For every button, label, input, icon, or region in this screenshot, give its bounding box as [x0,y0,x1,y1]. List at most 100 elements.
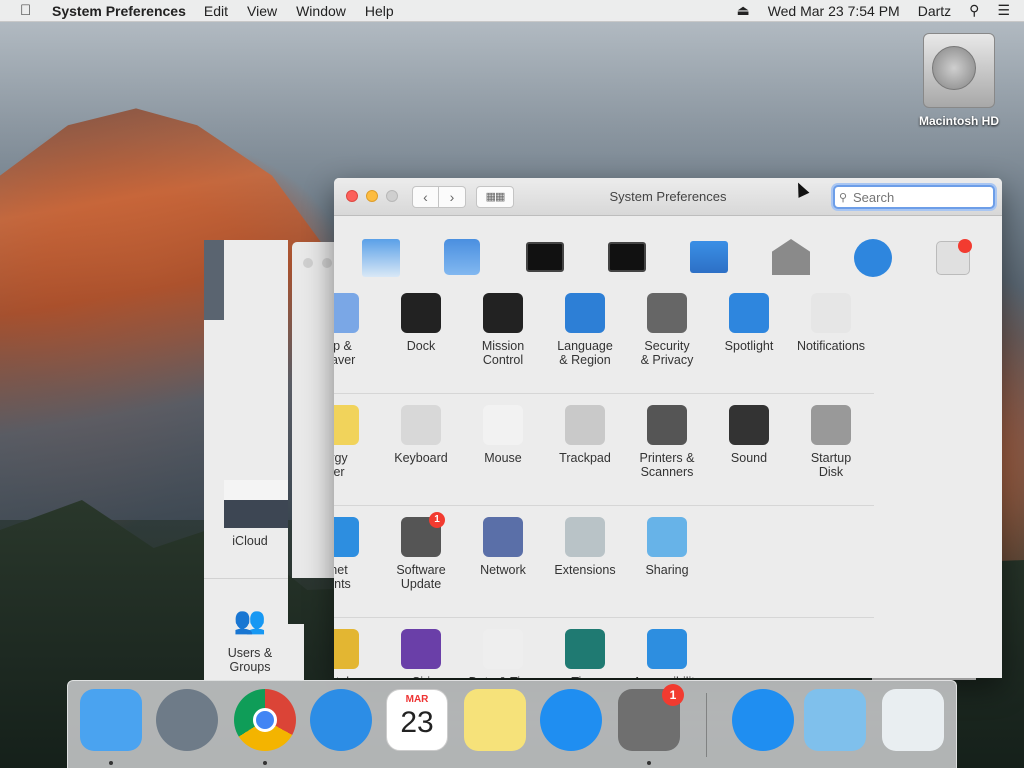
dock-running-indicator [109,761,113,765]
pref-pane-sharing[interactable]: Sharing [626,517,708,577]
mouse-icon [483,405,523,445]
pref-pane-label: Sound [730,451,768,465]
sound-icon [729,405,769,445]
pref-pane-desktop-screensaver[interactable]: op & Saver [334,293,380,367]
parental-controls-icon [334,629,359,669]
dock-launchpad-icon[interactable] [156,689,218,751]
hd-label: Macintosh HD [918,114,999,128]
accessibility-icon [647,629,687,669]
ghost-traffic-light [303,258,313,268]
pref-pane-siri[interactable]: Siri [380,629,462,678]
spotlight-icon [854,239,892,277]
keyboard-icon [401,405,441,445]
pref-pane-label: Accessibility [626,675,708,678]
pref-pane-notifications[interactable]: Notifications [790,293,872,353]
pref-pane-label: ntal rols [334,675,380,678]
pref-pane-dock[interactable]: Dock [380,293,462,353]
search-icon: ⚲ [839,191,848,204]
calendar-month: MAR [405,694,429,705]
pref-pane-printer[interactable]: Printers & Scanners [626,405,708,479]
extensions-icon [565,517,605,557]
pref-pane-label: net unts [334,563,351,591]
pref-pane-network[interactable]: Network [462,517,544,577]
eject-icon[interactable]: ⏏ [736,2,749,19]
startup-disk-icon [811,405,851,445]
notification-center-icon[interactable]: ☰ [997,2,1010,19]
users-groups-label[interactable]: Users & Groups [216,646,284,674]
pref-pane-label: Extensions [554,563,616,577]
dock-app-store-icon[interactable] [540,689,602,751]
pref-pane-time-machine[interactable]: Time Machine [544,629,626,678]
pref-pane-spotlight[interactable]: Spotlight [708,293,790,353]
sharing-icon [647,517,687,557]
pref-pane-label: Time Machine [544,675,626,678]
pref-pane-keyboard[interactable]: Keyboard [380,405,462,465]
dock-icon [401,293,441,333]
pref-pane-startup-disk[interactable]: Startup Disk [790,405,872,479]
menu-app-name[interactable]: System Preferences [52,3,186,19]
general-icon [444,239,480,275]
pref-pane-parental-controls[interactable]: ntal rols [334,629,380,678]
pref-pane-label: Notifications [796,339,866,353]
pref-pane-sound[interactable]: Sound [708,405,790,465]
pref-pane-language-region[interactable]: Language & Region [544,293,626,367]
pref-pane-label: Trackpad [559,451,611,465]
pref-pane-label: Dock [406,339,436,353]
mission-control-icon [483,293,523,333]
search-input[interactable] [853,189,983,205]
menu-user[interactable]: Dartz [918,3,951,19]
users-groups-icon[interactable]: 👥 [230,605,270,637]
pref-pane-software-update[interactable]: 1 Software Update [380,512,462,591]
software-update-icon: 1 [401,512,445,557]
apple-menu-icon[interactable]:  [20,2,38,20]
pref-pane-label: Printers & Scanners [639,451,695,479]
pref-pane-trackpad[interactable]: Trackpad [544,405,626,465]
dock-safari-icon[interactable] [310,689,372,751]
pref-pane-date-time[interactable]: Date & Time [462,629,544,678]
dock-app-store-download-icon[interactable] [732,689,794,751]
dock-downloads-folder-icon[interactable] [804,689,866,751]
pref-pane-label: op & Saver [334,339,356,367]
macintosh-hd-desktop-icon[interactable]: Macintosh HD [913,33,1005,128]
menu-window[interactable]: Window [296,3,346,19]
pref-pane-security-privacy[interactable]: Security & Privacy [626,293,708,367]
preferences-content: op & Saver Dock Mission Control Language & … [334,217,1002,678]
window-titlebar[interactable]: ‹ › ▦▦ System Preferences ⚲ [334,178,1002,216]
pref-pane-label: Siri [380,675,462,678]
calendar-day: 23 [400,706,434,739]
ghost-gap [204,240,224,320]
trackpad-icon [565,405,605,445]
row-divider [334,505,874,506]
pref-pane-label: Mouse [484,451,522,465]
menu-clock[interactable]: Wed Mar 23 7:54 PM [768,3,900,19]
security-privacy-icon [647,293,687,333]
menu-view[interactable]: View [247,3,277,19]
dock-icon [526,242,564,272]
pref-pane-label: Security & Privacy [640,339,694,367]
pref-pane-label: Date & Time [462,675,544,678]
dock-calendar-icon[interactable]: MAR 23 [386,689,448,751]
menu-edit[interactable]: Edit [204,3,228,19]
pref-pane-internet-accounts[interactable]: net unts [334,517,380,591]
pref-pane-label: Software Update [396,563,446,591]
pref-pane-mouse[interactable]: Mouse [462,405,544,465]
menu-help[interactable]: Help [365,3,394,19]
internet-accounts-icon [334,517,359,557]
dock-chrome-icon[interactable] [234,689,296,751]
spotlight-icon[interactable]: ⚲ [969,2,979,19]
dock-system-preferences-icon[interactable]: 1 [618,684,684,751]
notification-badge-icon [958,239,972,253]
pref-pane-accessibility[interactable]: Accessibility [626,629,708,678]
pref-pane-extensions[interactable]: Extensions [544,517,626,577]
dock-finder-icon[interactable] [80,689,142,751]
ghost-traffic-light [322,258,332,268]
pref-pane-mission-control[interactable]: Mission Control [462,293,544,367]
search-field[interactable]: ⚲ [833,185,995,209]
dock-badge: 1 [662,684,684,706]
ghost-tab [288,624,304,680]
dock-notes-icon[interactable] [464,689,526,751]
icloud-label[interactable]: iCloud [220,534,280,548]
hard-drive-icon [923,33,995,108]
pref-pane-energy-saver[interactable]: rgy er [334,405,380,479]
dock-trash-icon[interactable] [882,689,944,751]
